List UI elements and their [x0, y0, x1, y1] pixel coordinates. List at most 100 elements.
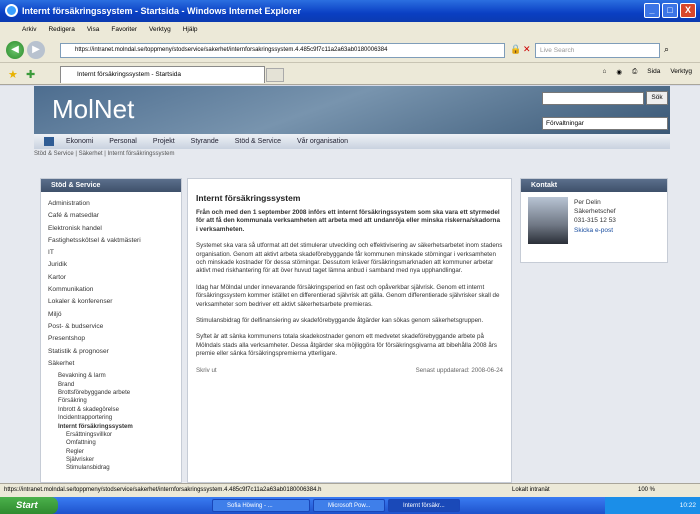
sidebar-subitem[interactable]: Brottsförebyggande arbete: [48, 389, 181, 397]
sidebar-subsubitem[interactable]: Regler: [48, 448, 181, 456]
tab-bar: ★ ✚ Internt försäkringssystem - Startsid…: [0, 63, 700, 85]
site-banner: MolNet Sök Förvaltningar: [34, 86, 670, 134]
sidebar-item[interactable]: Juridik: [48, 261, 181, 273]
taskbar: Start Sofia Höwing - ... Microsoft Pow..…: [0, 497, 700, 514]
start-button[interactable]: Start: [0, 497, 58, 514]
nav-styrande[interactable]: Styrande: [191, 138, 219, 145]
menu-visa[interactable]: Visa: [87, 26, 100, 33]
sidebar-item[interactable]: Administration: [48, 200, 181, 212]
sidebar-subitem[interactable]: Incidentrapportering: [48, 414, 181, 422]
sidebar-item[interactable]: IT: [48, 249, 181, 261]
feeds-icon[interactable]: ◉: [616, 68, 622, 76]
add-favorite-icon[interactable]: ✚: [26, 68, 35, 81]
sidebar-subsubitem[interactable]: Självrisker: [48, 456, 181, 464]
page-menu[interactable]: Sida: [647, 68, 660, 76]
sidebar-item[interactable]: Statistik & prognoser: [48, 348, 181, 360]
clock: 10:22: [679, 502, 696, 509]
search-icon[interactable]: ⌕: [664, 44, 669, 55]
contact-heading: Kontakt: [521, 179, 667, 192]
contact-phone: 031-315 12 53: [574, 217, 616, 225]
site-search-button[interactable]: Sök: [646, 91, 668, 105]
menu-arkiv[interactable]: Arkiv: [22, 26, 36, 33]
back-arrow-icon[interactable]: ◀: [6, 41, 24, 59]
sidebar-subsubitem[interactable]: Omfattning: [48, 439, 181, 447]
quick-launch: [58, 497, 98, 514]
contact-box: Kontakt Per Delin Säkerhetschef 031-315 …: [520, 178, 668, 263]
address-input[interactable]: https://intranet.molndal.se/toppmeny/sto…: [60, 43, 505, 58]
sidebar-item[interactable]: Post- & budservice: [48, 323, 181, 335]
security-zone: Lokalt intranät: [512, 487, 550, 493]
left-sidebar: Stöd & Service Administration Café & mat…: [40, 178, 182, 483]
sidebar-item[interactable]: Kartor: [48, 274, 181, 286]
sidebar-subitem[interactable]: Försäkring: [48, 397, 181, 405]
taskbar-item[interactable]: Microsoft Pow...: [313, 499, 385, 512]
taskbar-item[interactable]: Sofia Höwing - ...: [212, 499, 310, 512]
main-nav: Ekonomi Personal Projekt Styrande Stöd &…: [34, 134, 670, 149]
window-title: Internt försäkringssystem - Startsida - …: [22, 6, 301, 16]
taskbar-item-active[interactable]: Internt försäkr...: [388, 499, 460, 512]
contact-role: Säkerhetschef: [574, 208, 616, 216]
menu-verktyg[interactable]: Verktyg: [149, 26, 171, 33]
forward-arrow-icon[interactable]: ▶: [27, 41, 45, 59]
maximize-button[interactable]: □: [662, 3, 678, 18]
nav-stod-service[interactable]: Stöd & Service: [235, 138, 281, 145]
status-url: https://intranet.molndal.se/toppmeny/sto…: [4, 487, 322, 493]
sidebar-item[interactable]: Lokaler & konferenser: [48, 298, 181, 310]
sidebar-item[interactable]: Presentshop: [48, 335, 181, 347]
print-icon[interactable]: ⎙: [632, 68, 637, 76]
ie-icon: [5, 4, 18, 17]
article-paragraph: Idag har Mölndal under innevarande försä…: [196, 283, 500, 308]
sidebar-subitem[interactable]: Bevakning & larm: [48, 372, 181, 380]
favorites-star-icon[interactable]: ★: [8, 68, 18, 81]
lock-icon[interactable]: 🔒: [510, 44, 521, 55]
home-icon[interactable]: ⌂: [602, 68, 606, 76]
article: Internt försäkringssystem Från och med d…: [187, 178, 512, 483]
nav-projekt[interactable]: Projekt: [153, 138, 175, 145]
status-bar: https://intranet.molndal.se/toppmeny/sto…: [0, 483, 700, 497]
sidebar-item[interactable]: Elektronisk handel: [48, 225, 181, 237]
sidebar-subitem[interactable]: Inbrott & skadegörelse: [48, 406, 181, 414]
sidebar-item[interactable]: Säkerhet: [48, 360, 181, 372]
site-logo[interactable]: MolNet: [52, 94, 134, 125]
sidebar-subitem[interactable]: Brand: [48, 381, 181, 389]
article-title: Internt försäkringssystem: [196, 193, 301, 203]
print-link[interactable]: Skriv ut: [196, 367, 217, 374]
sidebar-item[interactable]: Café & matsedlar: [48, 212, 181, 224]
sidebar-heading: Stöd & Service: [41, 179, 181, 192]
search-input[interactable]: Live Search: [535, 43, 660, 58]
breadcrumb: Stöd & Service | Säkerhet | Internt förs…: [34, 151, 175, 157]
forvaltningar-select[interactable]: Förvaltningar: [542, 117, 668, 130]
sidebar-item[interactable]: Fastighetsskötsel & vaktmästeri: [48, 237, 181, 249]
menu-favoriter[interactable]: Favoriter: [111, 26, 137, 33]
article-paragraph: Systemet ska vara så utformat att det st…: [196, 242, 503, 275]
sidebar-subsubitem[interactable]: Stimulansbidrag: [48, 464, 181, 472]
sidebar-subsubitem[interactable]: Ersättningsvillkor: [48, 431, 181, 439]
stop-icon[interactable]: ✕: [523, 44, 531, 55]
nav-ekonomi[interactable]: Ekonomi: [66, 138, 93, 145]
tools-menu[interactable]: Verktyg: [670, 68, 692, 76]
new-tab-button[interactable]: [266, 68, 284, 82]
sidebar-item[interactable]: Miljö: [48, 311, 181, 323]
home-nav-icon[interactable]: [44, 137, 54, 146]
menu-redigera[interactable]: Redigera: [48, 26, 74, 33]
article-paragraph: Syftet är att sänka kommunens totala ska…: [196, 333, 497, 358]
contact-photo: [528, 197, 568, 244]
system-tray: 10:22: [605, 497, 700, 514]
article-lead: Från och med den 1 september 2008 införs…: [196, 209, 501, 233]
tab-active[interactable]: Internt försäkringssystem - Startsida: [60, 66, 265, 83]
contact-name: Per Delin: [574, 199, 601, 206]
menu-bar: Arkiv Redigera Visa Favoriter Verktyg Hj…: [0, 22, 700, 37]
nav-personal[interactable]: Personal: [109, 138, 137, 145]
contact-email-link[interactable]: Skicka e-post: [574, 226, 616, 235]
nav-var-organisation[interactable]: Vår organisation: [297, 138, 348, 145]
web-page: MolNet Sök Förvaltningar Ekonomi Persona…: [0, 86, 700, 483]
menu-hjalp[interactable]: Hjälp: [183, 26, 198, 33]
article-paragraph: Stimulansbidrag för delfinansiering av s…: [196, 317, 484, 325]
sidebar-subitem-active[interactable]: Internt försäkringssystem: [48, 423, 181, 431]
window-titlebar: Internt försäkringssystem - Startsida - …: [0, 0, 700, 22]
zoom-level[interactable]: 100 %: [638, 484, 655, 497]
minimize-button[interactable]: _: [644, 3, 660, 18]
sidebar-item[interactable]: Kommunikation: [48, 286, 181, 298]
close-button[interactable]: X: [680, 3, 696, 18]
site-search-input[interactable]: [542, 92, 644, 105]
